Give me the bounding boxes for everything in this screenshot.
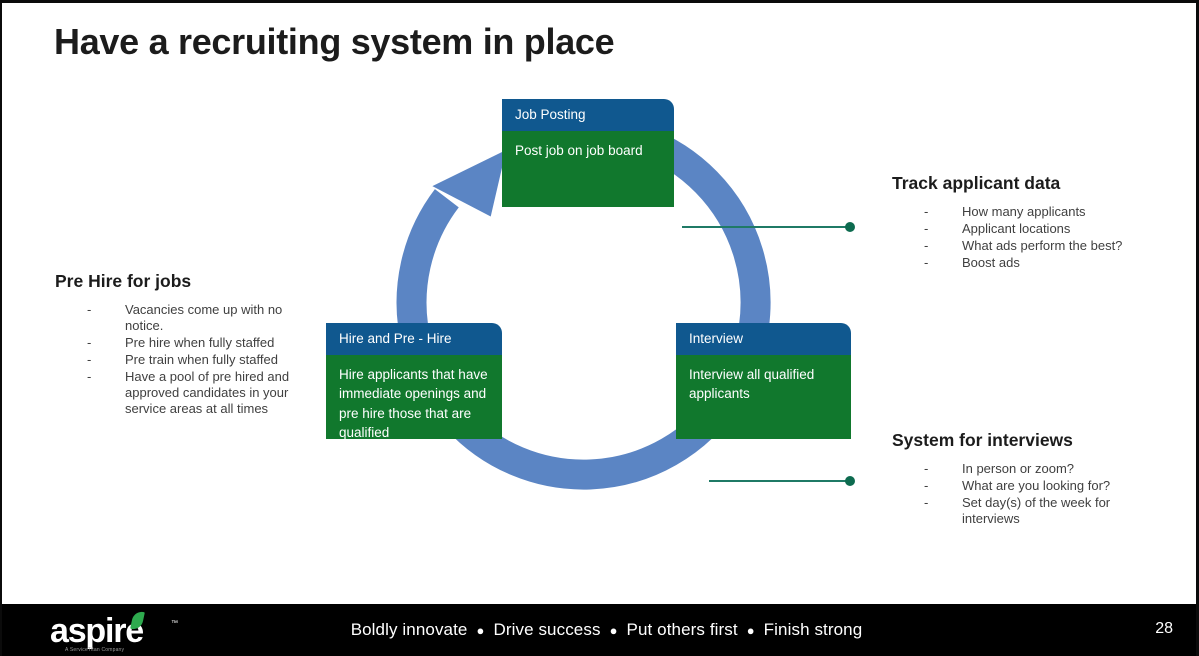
- list-item-label: Boost ads: [962, 254, 1020, 270]
- tagline-part: Drive success: [493, 620, 601, 639]
- list-item: - What ads perform the best?: [892, 238, 1162, 254]
- process-box-header: Interview: [676, 323, 851, 356]
- process-box-header: Hire and Pre - Hire: [326, 323, 502, 356]
- list-item: - Applicant locations: [892, 221, 1162, 237]
- list-item: - What are you looking for?: [892, 478, 1162, 494]
- list-item: - In person or zoom?: [892, 461, 1162, 477]
- process-box-body: Post job on job board: [502, 131, 674, 208]
- connector-dot-icon: [845, 476, 855, 486]
- tagline-separator-icon: ●: [746, 622, 755, 638]
- list-item-label: Vacancies come up with no notice.: [125, 302, 283, 333]
- list-item: - Vacancies come up with no notice.: [55, 302, 320, 334]
- process-box-body: Interview all qualified applicants: [676, 355, 851, 440]
- bullet-dash-icon: -: [924, 494, 929, 510]
- list-item-label: Applicant locations: [962, 220, 1071, 236]
- tagline-separator-icon: ●: [609, 622, 618, 638]
- callout-pre-hire-for-jobs: Pre Hire for jobs - Vacancies come up wit…: [55, 271, 320, 418]
- list-item: - Set day(s) of the week for interviews: [892, 495, 1162, 527]
- bullet-dash-icon: -: [924, 477, 929, 493]
- tagline-part: Finish strong: [763, 620, 863, 639]
- process-box-body: Hire applicants that have immediate open…: [326, 355, 502, 440]
- page-title: Have a recruiting system in place: [54, 21, 615, 62]
- trademark-symbol: ™: [171, 620, 178, 627]
- list-item: - How many applicants: [892, 204, 1162, 220]
- footer-bar: Boldly innovate ● Drive success ● Put ot…: [2, 604, 1196, 656]
- list-item-label: What are you looking for?: [962, 477, 1111, 493]
- list-item: - Pre train when fully staffed: [55, 352, 320, 368]
- callout-heading: Pre Hire for jobs: [55, 271, 192, 291]
- bullet-dash-icon: -: [87, 302, 92, 317]
- logo-wordmark: aspire: [50, 612, 144, 650]
- list-item-label: Have a pool of pre hired and approved ca…: [125, 368, 290, 416]
- callout-bullet-list: - How many applicants - Applicant location…: [892, 204, 1162, 271]
- callout-heading: System for interviews: [892, 430, 1073, 450]
- process-box-job-posting[interactable]: Job Posting Post job on job board: [502, 99, 674, 208]
- tagline-part: Boldly innovate: [350, 620, 468, 639]
- logo-subtitle: A ServiceTitan Company: [65, 647, 125, 653]
- list-item: - Boost ads: [892, 255, 1162, 271]
- connector-dot-icon: [845, 222, 855, 232]
- list-item: - Have a pool of pre hired and approved c…: [55, 369, 320, 417]
- bullet-dash-icon: -: [924, 461, 929, 476]
- callout-bullet-list: - In person or zoom? - What are you lookin…: [892, 461, 1162, 527]
- connector-line-system: [709, 476, 855, 486]
- process-box-hire-and-pre-hire[interactable]: Hire and Pre - Hire Hire applicants that…: [326, 323, 502, 440]
- tagline-separator-icon: ●: [476, 622, 485, 638]
- bullet-dash-icon: -: [924, 220, 929, 236]
- list-item-label: Set day(s) of the week for interviews: [962, 494, 1111, 526]
- list-item-label: What ads perform the best?: [962, 237, 1123, 253]
- aspire-logo: aspire ™ A ServiceTitan Company: [50, 610, 180, 656]
- bullet-dash-icon: -: [87, 368, 92, 384]
- connector-line-track: [682, 222, 855, 232]
- slide-canvas: Have a recruiting system in place Job Po…: [0, 0, 1199, 656]
- list-item-label: How many applicants: [962, 204, 1086, 219]
- tagline-part: Put others first: [626, 620, 738, 639]
- bullet-dash-icon: -: [87, 334, 92, 350]
- list-item: - Pre hire when fully staffed: [55, 335, 320, 351]
- process-box-header: Job Posting: [502, 99, 674, 132]
- bullet-dash-icon: -: [924, 254, 929, 270]
- callout-bullet-list: - Vacancies come up with no notice. - Pre …: [55, 302, 320, 417]
- list-item-label: Pre train when fully staffed: [125, 351, 278, 367]
- callout-system-for-interviews: System for interviews - In person or zoom…: [892, 430, 1162, 528]
- callout-track-applicant-data: Track applicant data - How many applicant…: [892, 173, 1162, 272]
- list-item-label: In person or zoom?: [962, 461, 1075, 476]
- footer-tagline: Boldly innovate ● Drive success ● Put ot…: [2, 604, 1196, 656]
- bullet-dash-icon: -: [924, 204, 929, 219]
- bullet-dash-icon: -: [924, 237, 929, 253]
- page-number: 28: [1155, 620, 1173, 637]
- process-box-interview[interactable]: Interview Interview all qualified applic…: [676, 323, 851, 440]
- list-item-label: Pre hire when fully staffed: [125, 334, 275, 350]
- callout-heading: Track applicant data: [892, 173, 1061, 193]
- bullet-dash-icon: -: [87, 351, 92, 367]
